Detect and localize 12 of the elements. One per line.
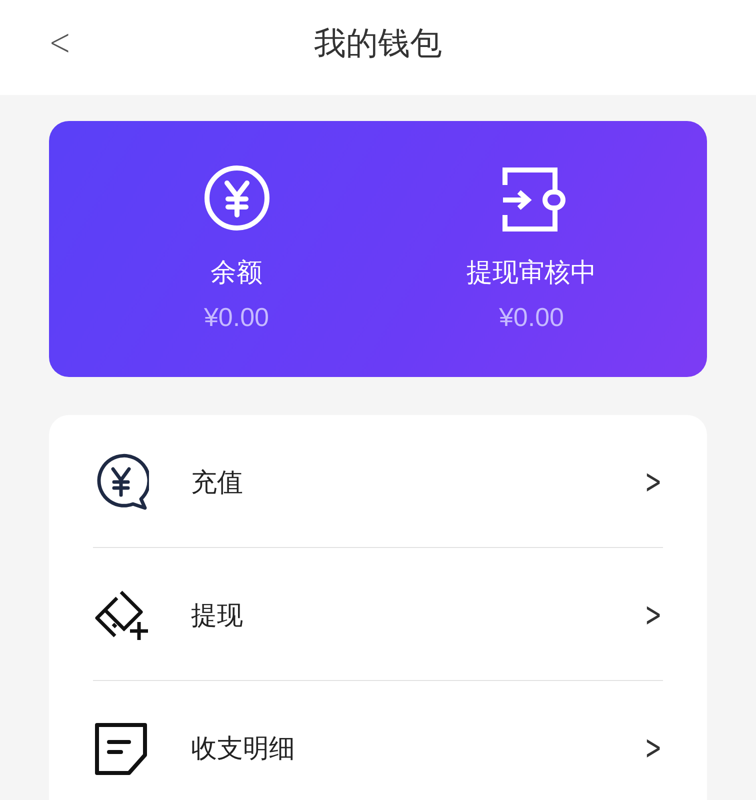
- chevron-button[interactable]: >: [642, 462, 664, 502]
- menu-item-label[interactable]: 提现: [191, 598, 634, 632]
- balance-amount: ¥0.00: [498, 302, 564, 333]
- menu-item-label[interactable]: 收支明细: [191, 730, 634, 766]
- balance-label: 余额: [210, 257, 262, 290]
- page-title: 我的钱包: [314, 23, 442, 64]
- balance-amount: ¥0.00: [204, 302, 270, 333]
- chevron-button[interactable]: >: [642, 728, 664, 768]
- back-button[interactable]: <: [44, 20, 76, 64]
- chevron-button[interactable]: >: [642, 595, 664, 635]
- balance-label: 提现审核中: [466, 257, 596, 290]
- menu-item-label[interactable]: 充值: [191, 464, 634, 500]
